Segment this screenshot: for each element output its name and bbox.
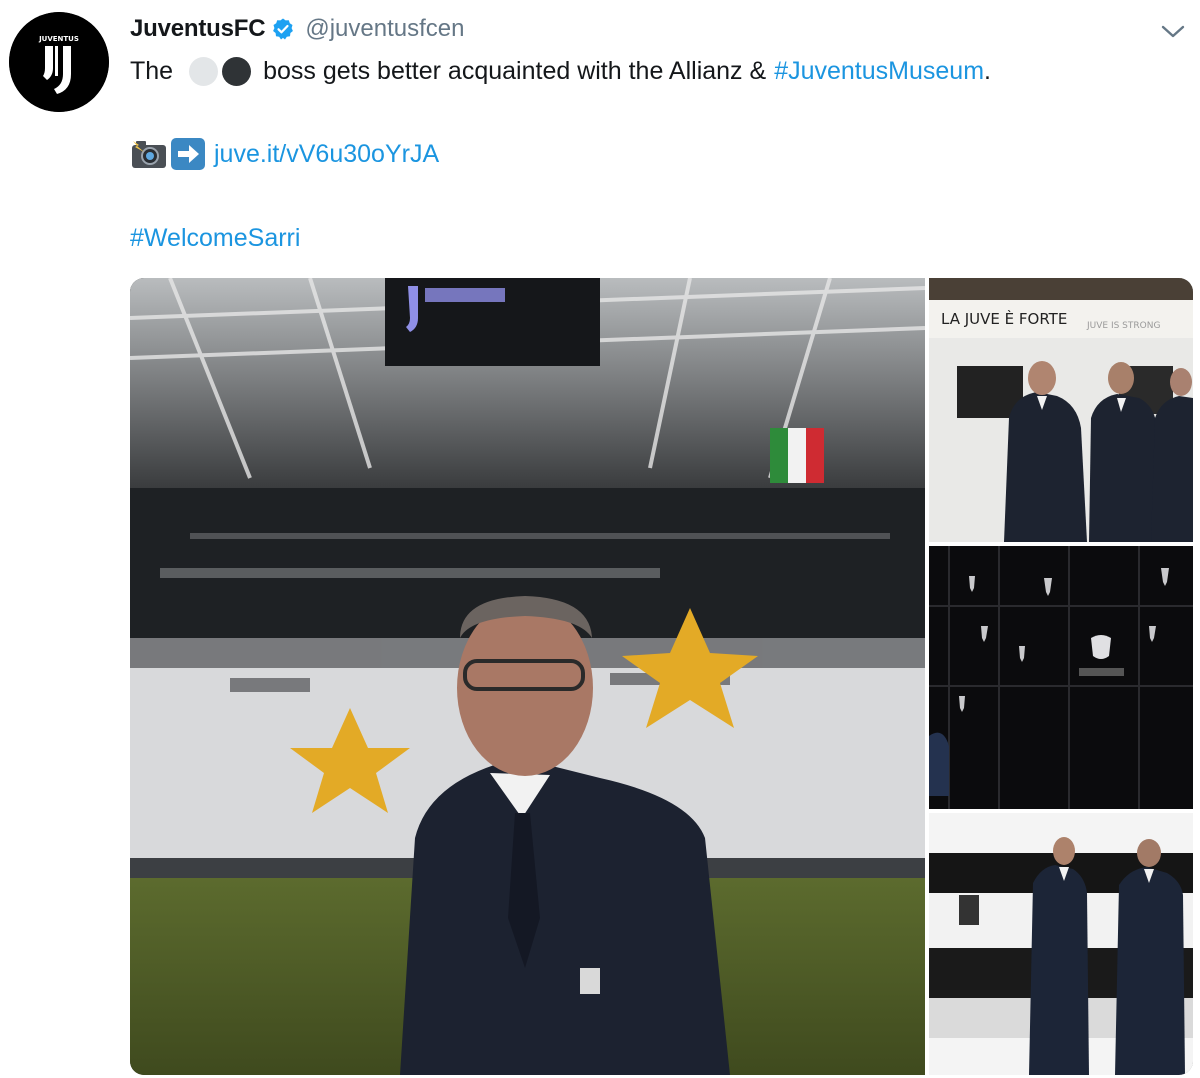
right-arrow-icon [170,137,206,171]
link-line: juve.it/vV6u30oYrJA [130,136,439,172]
museum-sign-text: LA JUVE È FORTE [941,309,1067,328]
chevron-down-icon[interactable] [1160,20,1186,42]
display-name[interactable]: JuventusFC [130,15,266,43]
camera-with-flash-icon [130,138,168,170]
stadium-photo[interactable] [130,278,925,1075]
tweet-text: The boss gets better acquainted with the… [130,54,991,88]
museum-wall-photo[interactable]: LA JUVE È FORTE JUVE IS STRONG [929,278,1193,542]
verified-badge-icon [271,17,295,41]
media-grid: LA JUVE È FORTE JUVE IS STRONG [130,278,1193,1075]
tweet-link[interactable]: juve.it/vV6u30oYrJA [214,140,439,169]
museum-corridor-photo[interactable] [929,813,1193,1075]
juventus-logo-icon: JUVENTUS [9,12,109,112]
white-circle-icon [189,56,219,86]
hashtag-welcome-sarri[interactable]: #WelcomeSarri [130,221,300,255]
museum-sign-subtext: JUVE IS STRONG [1086,321,1160,331]
svg-text:JUVENTUS: JUVENTUS [38,35,79,43]
black-circle-icon [222,56,252,86]
avatar[interactable]: JUVENTUS [9,12,109,112]
tweet-text-body: boss gets better acquainted with the All… [263,56,767,85]
tweet-text-suffix: . [984,56,991,85]
tweet-header: JuventusFC @juventusfcen [130,12,464,46]
trophy-room-photo[interactable] [929,546,1193,809]
handle[interactable]: @juventusfcen [305,15,464,43]
hashtag-juventus-museum[interactable]: #JuventusMuseum [774,57,984,86]
tweet-text-prefix: The [130,56,174,85]
